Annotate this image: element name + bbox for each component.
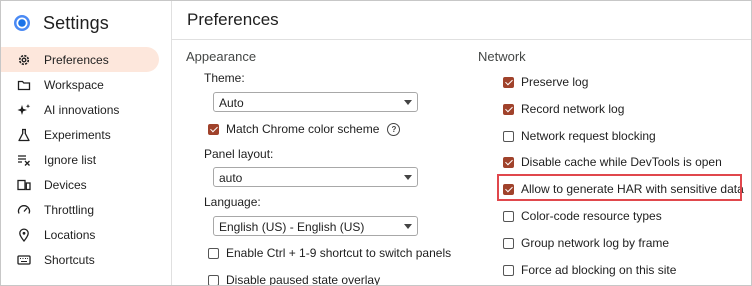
color-code-resource-types-option[interactable]: Color-code resource types — [503, 209, 662, 223]
chrome-logo-icon — [13, 14, 31, 32]
sidebar-item-label: Experiments — [44, 127, 111, 142]
sidebar-item-label: Shortcuts — [44, 252, 95, 267]
help-icon[interactable]: ? — [387, 122, 401, 136]
sparkle-icon — [17, 103, 31, 117]
option-label: Network request blocking — [521, 129, 656, 143]
sidebar-item-label: AI innovations — [44, 102, 120, 117]
network-request-blocking-option[interactable]: Network request blocking — [503, 129, 656, 143]
panel-layout-select[interactable]: auto — [213, 167, 418, 187]
sidebar-header: Settings — [13, 9, 109, 37]
network-section: Network Preserve log Record network log … — [478, 47, 751, 277]
sidebar-item-label: Locations — [44, 227, 96, 242]
sidebar-nav: Preferences Workspace AI innovations Exp… — [1, 47, 159, 272]
devtools-settings-window: Settings Preferences Workspace AI innova… — [0, 0, 752, 286]
ignore-list-icon — [17, 153, 31, 167]
sidebar-item-throttling[interactable]: Throttling — [1, 197, 159, 222]
option-label: Group network log by frame — [521, 236, 670, 250]
match-chrome-label: Match Chrome color scheme — [226, 122, 380, 136]
option-label: Disable cache while DevTools is open — [521, 155, 722, 169]
chevron-down-icon — [404, 100, 412, 105]
sidebar-item-experiments[interactable]: Experiments — [1, 122, 159, 147]
theme-select-value: Auto — [219, 96, 244, 110]
disable-cache-checkbox[interactable] — [503, 156, 514, 168]
folder-icon — [17, 78, 31, 92]
language-select-value: English (US) - English (US) — [219, 220, 365, 234]
chevron-down-icon — [404, 175, 412, 180]
settings-sidebar: Settings Preferences Workspace AI innova… — [1, 1, 171, 285]
preserve-log-option[interactable]: Preserve log — [503, 75, 588, 89]
panel-layout-select-value: auto — [219, 171, 243, 185]
panel-layout-label: Panel layout: — [204, 147, 274, 161]
record-network-log-checkbox[interactable] — [503, 103, 514, 115]
force-ad-blocking-option[interactable]: Force ad blocking on this site — [503, 263, 676, 277]
option-label: Color-code resource types — [521, 209, 662, 223]
gauge-icon — [17, 203, 31, 217]
option-label: Preserve log — [521, 75, 589, 89]
group-by-frame-checkbox[interactable] — [503, 237, 514, 249]
sidebar-item-label: Ignore list — [44, 152, 97, 167]
theme-select[interactable]: Auto — [213, 92, 418, 112]
sidebar-item-shortcuts[interactable]: Shortcuts — [1, 247, 159, 272]
location-pin-icon — [17, 227, 31, 242]
network-title: Network — [478, 49, 526, 64]
sidebar-item-label: Workspace — [44, 77, 104, 92]
force-ad-blocking-checkbox[interactable] — [503, 264, 514, 276]
sidebar-item-preferences[interactable]: Preferences — [1, 47, 159, 72]
flask-icon — [17, 128, 31, 142]
paused-overlay-option[interactable]: Disable paused state overlay — [208, 273, 381, 286]
sidebar-item-workspace[interactable]: Workspace — [1, 72, 159, 97]
match-chrome-color-scheme-option[interactable]: Match Chrome color scheme ? — [208, 122, 401, 136]
gear-icon — [17, 53, 31, 67]
disable-cache-option[interactable]: Disable cache while DevTools is open — [503, 155, 722, 169]
option-label: Record network log — [521, 102, 625, 116]
appearance-section: Appearance Theme: Auto Match Chrome colo… — [186, 47, 451, 285]
language-select[interactable]: English (US) - English (US) — [213, 216, 418, 236]
network-request-blocking-checkbox[interactable] — [503, 130, 514, 142]
sidebar-item-ai-innovations[interactable]: AI innovations — [1, 97, 159, 122]
sidebar-item-label: Preferences — [44, 52, 109, 67]
sidebar-item-locations[interactable]: Locations — [1, 222, 159, 247]
theme-label: Theme: — [204, 71, 245, 85]
sidebar-title: Settings — [43, 12, 109, 33]
ctrl-shortcut-checkbox[interactable] — [208, 247, 219, 259]
page-title: Preferences — [187, 10, 279, 29]
sidebar-item-label: Throttling — [44, 202, 95, 217]
sidebar-item-ignore-list[interactable]: Ignore list — [1, 147, 159, 172]
sidebar-item-devices[interactable]: Devices — [1, 172, 159, 197]
match-chrome-checkbox[interactable] — [208, 123, 219, 135]
option-label: Force ad blocking on this site — [521, 263, 677, 277]
preferences-panel: Preferences Appearance Theme: Auto Match… — [172, 1, 751, 285]
sidebar-item-label: Devices — [44, 177, 87, 192]
chevron-down-icon — [404, 224, 412, 229]
keyboard-icon — [17, 253, 31, 267]
paused-overlay-checkbox[interactable] — [208, 274, 219, 285]
ctrl-shortcut-label: Enable Ctrl + 1-9 shortcut to switch pan… — [226, 246, 452, 260]
language-label: Language: — [204, 195, 261, 209]
preserve-log-checkbox[interactable] — [503, 76, 514, 88]
record-network-log-option[interactable]: Record network log — [503, 102, 624, 116]
group-by-frame-option[interactable]: Group network log by frame — [503, 236, 669, 250]
color-code-checkbox[interactable] — [503, 210, 514, 222]
title-divider — [172, 39, 751, 40]
appearance-title: Appearance — [186, 49, 257, 64]
devices-icon — [17, 178, 31, 192]
paused-overlay-label: Disable paused state overlay — [226, 273, 381, 286]
highlight-box — [497, 174, 742, 201]
ctrl-shortcut-option[interactable]: Enable Ctrl + 1-9 shortcut to switch pan… — [208, 246, 451, 260]
